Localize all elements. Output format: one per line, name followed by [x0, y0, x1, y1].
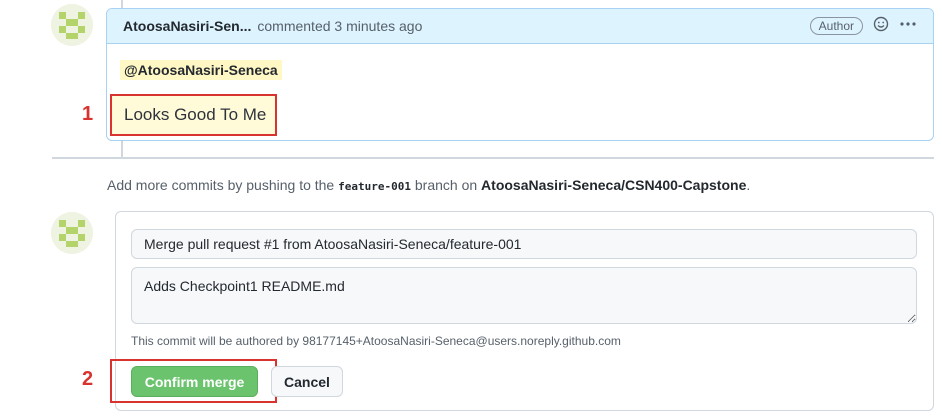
branch-info-prefix: Add more commits by pushing to the [107, 177, 335, 193]
branch-name[interactable]: feature-001 [338, 180, 411, 193]
commit-message-textarea[interactable]: Adds Checkpoint1 README.md [131, 267, 917, 324]
user-avatar[interactable] [51, 212, 93, 254]
commit-author-note: This commit will be authored by 98177145… [131, 334, 621, 348]
branch-info-suffix: . [746, 177, 751, 193]
author-badge: Author [809, 17, 863, 35]
repo-link[interactable]: AtoosaNasiri-Seneca/CSN400-Capstone [481, 177, 746, 193]
commit-title-input[interactable] [131, 229, 917, 259]
user-avatar[interactable] [51, 4, 93, 46]
kebab-menu-icon[interactable] [899, 16, 917, 36]
branch-info-middle: branch on [414, 177, 478, 193]
comment-body-highlight: Looks Good To Me [110, 94, 277, 136]
callout-number-1: 1 [82, 103, 94, 125]
cancel-button[interactable]: Cancel [271, 366, 343, 397]
comment-header: AtoosaNasiri-Sen... commented 3 minutes … [107, 9, 933, 44]
comment-author-link[interactable]: AtoosaNasiri-Sen... [123, 18, 251, 34]
identicon-avatar [51, 212, 93, 254]
timeline-divider [52, 157, 934, 159]
comment-body-text: Looks Good To Me [124, 105, 267, 124]
confirm-merge-button[interactable]: Confirm merge [131, 366, 258, 397]
comment-timestamp[interactable]: commented 3 minutes ago [257, 18, 422, 34]
smiley-icon[interactable] [873, 16, 889, 36]
mention-link[interactable]: @AtoosaNasiri-Seneca [120, 60, 282, 80]
branch-info-text: Add more commits by pushing to the featu… [107, 177, 750, 193]
identicon-avatar [51, 4, 93, 46]
callout-number-2: 2 [82, 368, 94, 390]
